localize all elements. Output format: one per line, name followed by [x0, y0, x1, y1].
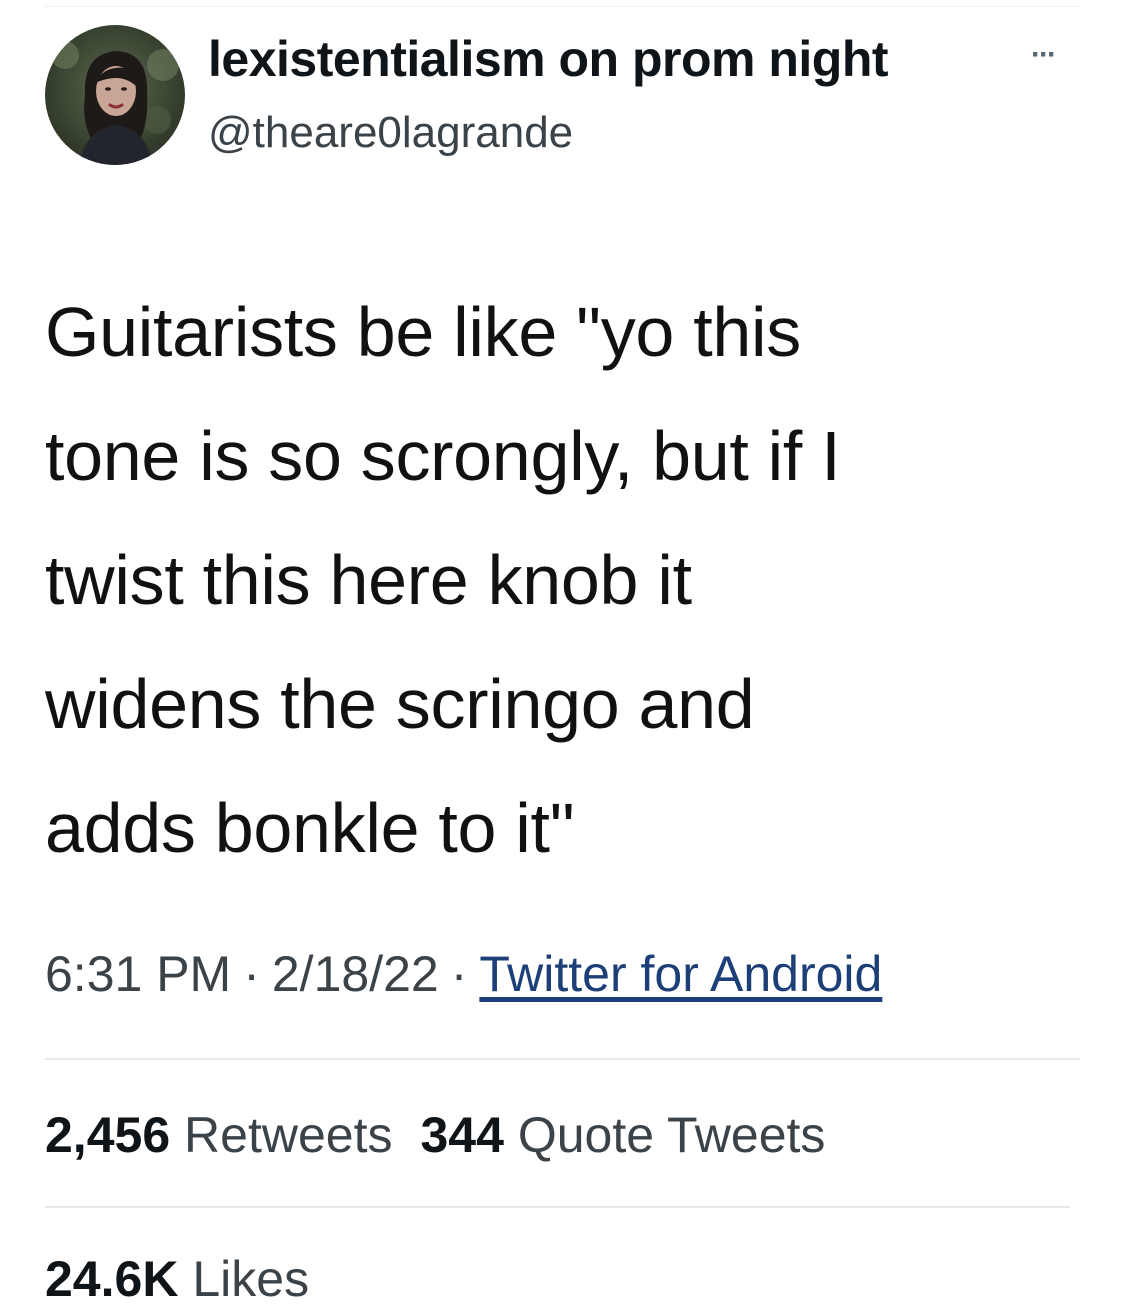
top-divider	[45, 6, 1080, 7]
more-options-icon[interactable]: ···	[1031, 38, 1057, 72]
retweets-count: 2,456	[45, 1107, 171, 1163]
quote-tweets-label: Quote Tweets	[517, 1107, 826, 1163]
quote-tweets-stat[interactable]: 344 Quote Tweets	[420, 1107, 825, 1163]
display-name[interactable]: lexistentialism on prom night	[208, 30, 889, 88]
avatar[interactable]	[45, 25, 185, 165]
tweet-text-line: twist this here knob it	[45, 541, 692, 619]
meta-separator: ·	[450, 946, 468, 1002]
tweet-text-line: widens the scringo and	[45, 665, 755, 743]
engagement-stats: 2,456 Retweets 344 Quote Tweets	[45, 1106, 825, 1164]
quote-tweets-count: 344	[420, 1107, 504, 1163]
divider	[45, 1058, 1080, 1060]
tweet-card: lexistentialism on prom night ··· @thear…	[0, 0, 1125, 1307]
meta-separator: ·	[243, 946, 260, 1002]
tweet-date[interactable]: 2/18/22	[272, 946, 439, 1002]
avatar-image	[45, 25, 185, 165]
likes-stat[interactable]: 24.6K Likes	[45, 1250, 309, 1308]
tweet-metadata: 6:31 PM · 2/18/22 · Twitter for Android	[45, 945, 882, 1003]
divider	[45, 1206, 1070, 1208]
tweet-text-line: tone is so scrongly, but if I	[45, 417, 841, 495]
retweets-stat[interactable]: 2,456 Retweets	[45, 1107, 392, 1163]
user-handle[interactable]: @theare0lagrande	[208, 108, 573, 158]
tweet-text: Guitarists be like "yo this tone is so s…	[45, 270, 1085, 890]
tweet-source-link[interactable]: Twitter for Android	[479, 946, 882, 1002]
tweet-text-line: adds bonkle to it"	[45, 789, 575, 867]
retweets-label: Retweets	[184, 1107, 393, 1163]
tweet-time[interactable]: 6:31 PM	[45, 946, 231, 1002]
tweet-text-line: Guitarists be like "yo this	[45, 293, 801, 371]
